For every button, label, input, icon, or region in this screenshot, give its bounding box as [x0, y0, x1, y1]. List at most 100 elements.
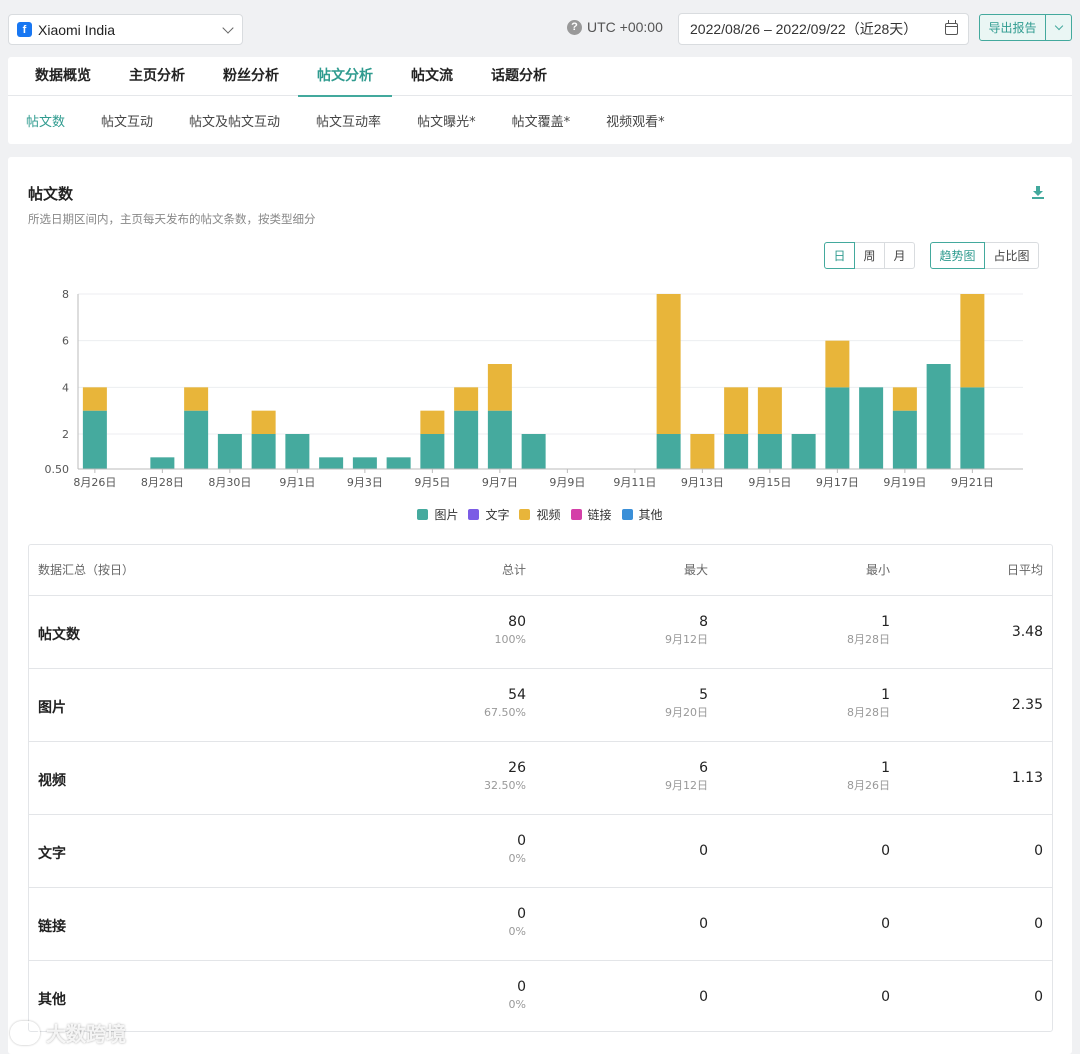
cell-value: 0	[699, 989, 708, 1005]
sub-tabs: 帖文数 帖文互动 帖文及帖文互动 帖文互动率 帖文曝光* 帖文覆盖* 视频观看*	[8, 97, 683, 143]
row-label: 图片	[38, 700, 66, 716]
cell-value: 5	[699, 687, 708, 703]
cell-value: 0	[517, 833, 526, 849]
cell-value: 80	[508, 614, 526, 630]
y-tick-label: 4	[62, 381, 69, 394]
cell-value: 0	[699, 916, 708, 932]
bar-segment	[319, 457, 344, 469]
view-button-0[interactable]: 趋势图	[930, 242, 985, 269]
cell-value: 1	[881, 614, 890, 630]
cell-subvalue: 8月26日	[847, 779, 890, 792]
cell-subvalue: 67.50%	[484, 706, 526, 719]
bar-segment	[757, 387, 782, 434]
bar-segment	[892, 387, 917, 411]
legend-item[interactable]: 文字	[468, 506, 509, 523]
chevron-down-icon	[1054, 21, 1063, 30]
legend-label: 文字	[485, 508, 510, 522]
bar-segment	[724, 434, 749, 469]
bar-segment	[859, 387, 884, 469]
main-tab-4[interactable]: 帖文流	[392, 57, 472, 96]
export-report-button[interactable]: 导出报告	[979, 14, 1046, 41]
table-cell-min: 0	[881, 842, 890, 860]
period-button-1[interactable]: 周	[854, 242, 885, 269]
cell-value: 54	[508, 687, 526, 703]
bar-segment	[825, 340, 850, 388]
main-tab-2[interactable]: 粉丝分析	[204, 57, 298, 96]
period-toggle: 日周月	[824, 242, 915, 269]
bar-segment	[150, 457, 175, 469]
sub-tab-3[interactable]: 帖文互动率	[298, 111, 399, 130]
x-tick-label: 9月1日	[279, 476, 315, 489]
cell-subvalue: 9月20日	[665, 706, 708, 719]
stacked-bar-chart: 0.50 2 4 6 8 8月26日 8月28日 8月30日 9月1日 9月3日 9月5日 9月7日 9…	[8, 282, 1072, 532]
table-row: 其他 0 0% 0 0 0	[29, 961, 1052, 1034]
bar-segment	[724, 387, 749, 434]
main-tabs: 数据概览 主页分析 粉丝分析 帖文分析 帖文流 话题分析	[8, 57, 1072, 97]
cell-value: 1	[881, 687, 890, 703]
legend-label: 链接	[587, 508, 612, 522]
x-tick-label: 9月17日	[816, 476, 859, 489]
legend-item[interactable]: 图片	[417, 506, 458, 523]
chart-svg: 0.50 2 4 6 8 8月26日 8月28日 8月30日 9月1日 9月3日 9月5日 9月7日 9…	[45, 288, 1023, 489]
table-cell-min: 1 8月28日	[847, 686, 890, 722]
period-button-2[interactable]: 月	[884, 242, 915, 269]
bar-segment	[184, 387, 209, 411]
bar-segment	[454, 387, 479, 411]
section-description: 所选日期区间内，主页每天发布的帖文条数，按类型细分	[28, 212, 316, 226]
chart-legend: 图片 文字 视频 链接 其他	[8, 506, 1072, 523]
cell-subvalue: 9月12日	[665, 779, 708, 792]
cell-value: 0	[699, 843, 708, 859]
table-cell-max: 6 9月12日	[665, 759, 708, 795]
legend-item[interactable]: 其他	[621, 506, 663, 523]
table-cell-min: 0	[881, 915, 890, 933]
main-tab-1[interactable]: 主页分析	[110, 57, 204, 96]
main-tab-3[interactable]: 帖文分析	[298, 57, 392, 97]
sub-tab-0[interactable]: 帖文数	[8, 111, 83, 130]
y-tick-label: 2	[62, 428, 69, 441]
view-button-1[interactable]: 占比图	[984, 242, 1039, 269]
bar-segment	[352, 457, 377, 469]
bar-segment	[454, 410, 479, 469]
table-header-cell: 最小	[865, 563, 890, 577]
bar-segment	[757, 434, 782, 469]
sub-tab-2[interactable]: 帖文及帖文互动	[171, 111, 298, 130]
cell-subvalue: 0%	[508, 852, 526, 865]
export-dropdown-button[interactable]	[1045, 14, 1072, 41]
timezone-label: UTC +00:00	[587, 19, 663, 35]
x-tick-label: 8月30日	[208, 476, 251, 489]
page-selector[interactable]: f Xiaomi India	[8, 14, 243, 45]
facebook-icon: f	[17, 22, 32, 37]
y-tick-label: 0.50	[45, 463, 70, 476]
legend-item[interactable]: 链接	[570, 506, 612, 523]
bar-segment	[487, 364, 512, 411]
x-tick-label: 9月21日	[951, 476, 994, 489]
legend-swatch	[621, 509, 633, 520]
legend-swatch	[468, 509, 480, 520]
legend-item[interactable]: 视频	[519, 506, 561, 523]
sub-tab-1[interactable]: 帖文互动	[83, 111, 171, 130]
legend-label: 图片	[434, 508, 459, 522]
cell-subvalue: 8月28日	[847, 633, 890, 646]
cell-value: 0	[1034, 989, 1043, 1005]
cell-value: 0	[881, 843, 890, 859]
main-tab-0[interactable]: 数据概览	[16, 57, 110, 96]
sub-tab-4[interactable]: 帖文曝光*	[399, 111, 494, 130]
main-tab-5[interactable]: 话题分析	[472, 57, 566, 96]
table-row: 帖文数 80 100% 8 9月12日 1 8月28日 3.48	[29, 596, 1052, 669]
sub-tab-6[interactable]: 视频观看*	[588, 111, 683, 130]
nav-card: 数据概览 主页分析 粉丝分析 帖文分析 帖文流 话题分析 帖文数 帖文互动 帖文及帖文互动 帖文…	[8, 57, 1072, 144]
cell-value: 8	[699, 614, 708, 630]
cell-subvalue: 0%	[508, 925, 526, 938]
timezone-display: ? UTC +00:00	[567, 19, 663, 35]
period-button-0[interactable]: 日	[824, 242, 855, 269]
sub-tab-5[interactable]: 帖文覆盖*	[494, 111, 589, 130]
row-label: 链接	[38, 919, 66, 935]
date-range-picker[interactable]: 2022/08/26 – 2022/09/22（近28天）	[678, 13, 969, 45]
help-icon[interactable]: ?	[567, 19, 582, 35]
cell-value: 0	[881, 989, 890, 1005]
bar-segment	[82, 387, 107, 411]
legend-label: 其他	[638, 508, 663, 522]
bar-segment	[420, 410, 445, 434]
bar-segment	[82, 410, 107, 469]
cell-subvalue: 9月12日	[665, 633, 708, 646]
